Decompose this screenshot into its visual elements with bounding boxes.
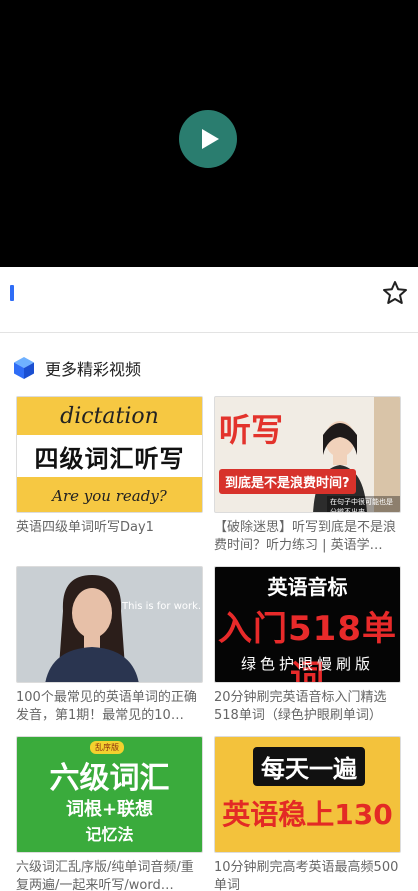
video-thumbnail[interactable]: 乱序版 六级词汇 词根+联想 记忆法 [16,736,203,853]
video-thumbnail[interactable]: 英语音标 入门518单词 绿色护眼慢刷版 [214,566,401,683]
video-thumbnail[interactable]: 每天一遍 英语稳上130 [214,736,401,853]
thumb-text: 到底是不是浪费时间? [219,469,356,494]
video-card[interactable]: 每天一遍 英语稳上130 10分钟刷完高考英语最高频500单词 [214,736,401,891]
thumb-text: 六级词汇 [49,761,170,796]
thumb-text: 在句子中很可能也是分辨不出来 [327,496,400,512]
cube-icon [14,357,34,379]
video-caption[interactable]: 六级词汇乱序版/纯单词音频/重复两遍/一起来听写/word… [16,859,203,891]
thumb-text: Are you ready? [17,477,202,512]
play-button[interactable] [179,110,237,168]
thumb-text: 词根+联想 [65,799,154,820]
video-player[interactable] [0,0,418,267]
video-caption[interactable]: 10分钟刷完高考英语最高频500单词 [214,859,401,891]
video-card[interactable]: 听写 到底是不是浪费时间? 在句子中很可能也是分辨不出来 【破除迷思】听写到底是… [214,396,401,555]
thumb-text: 听写 [219,411,284,449]
video-title-bar [0,267,418,333]
presenter-image [45,575,139,682]
thumb-text: 每天一遍 [253,747,365,786]
video-caption[interactable]: 【破除迷思】听写到底是不是浪费时间？听力练习 | 英语学… [214,519,401,555]
video-card[interactable]: 英语音标 入门518单词 绿色护眼慢刷版 20分钟刷完英语音标入门精选518单词… [214,566,401,725]
star-icon [383,281,407,304]
section-title: 更多精彩视频 [45,360,142,379]
video-caption[interactable]: 20分钟刷完英语音标入门精选518单词（绿色护眼刷单词） [214,689,401,725]
video-thumbnail[interactable]: 听写 到底是不是浪费时间? 在句子中很可能也是分辨不出来 [214,396,401,513]
thumb-text: 四级词汇听写 [17,435,202,477]
video-card[interactable]: dictation 四级词汇听写 Are you ready? 英语四级单词听写… [16,396,203,537]
thumb-text: 绿色护眼慢刷版 [240,655,374,673]
thumb-text: dictation [17,397,202,435]
favorite-button[interactable] [382,280,408,306]
video-card[interactable]: 乱序版 六级词汇 词根+联想 记忆法 六级词汇乱序版/纯单词音频/重复两遍/一起… [16,736,203,891]
video-card[interactable]: This is for work. 100个最常见的英语单词的正确发音，第1期！… [16,566,203,725]
video-caption[interactable]: 100个最常见的英语单词的正确发音，第1期！最常见的10… [16,689,203,725]
title-accent-bar [10,285,14,301]
thumb-text: 英语音标 [267,575,348,599]
video-caption[interactable]: 英语四级单词听写Day1 [16,519,203,537]
play-icon [202,129,219,149]
more-videos-header: 更多精彩视频 [12,355,141,381]
video-thumbnail[interactable]: dictation 四级词汇听写 Are you ready? [16,396,203,513]
thumb-text: 记忆法 [85,825,134,844]
thumb-text: This is for work. [122,601,202,612]
thumb-text: 英语稳上130 [222,798,393,831]
video-thumbnail[interactable]: This is for work. [16,566,203,683]
